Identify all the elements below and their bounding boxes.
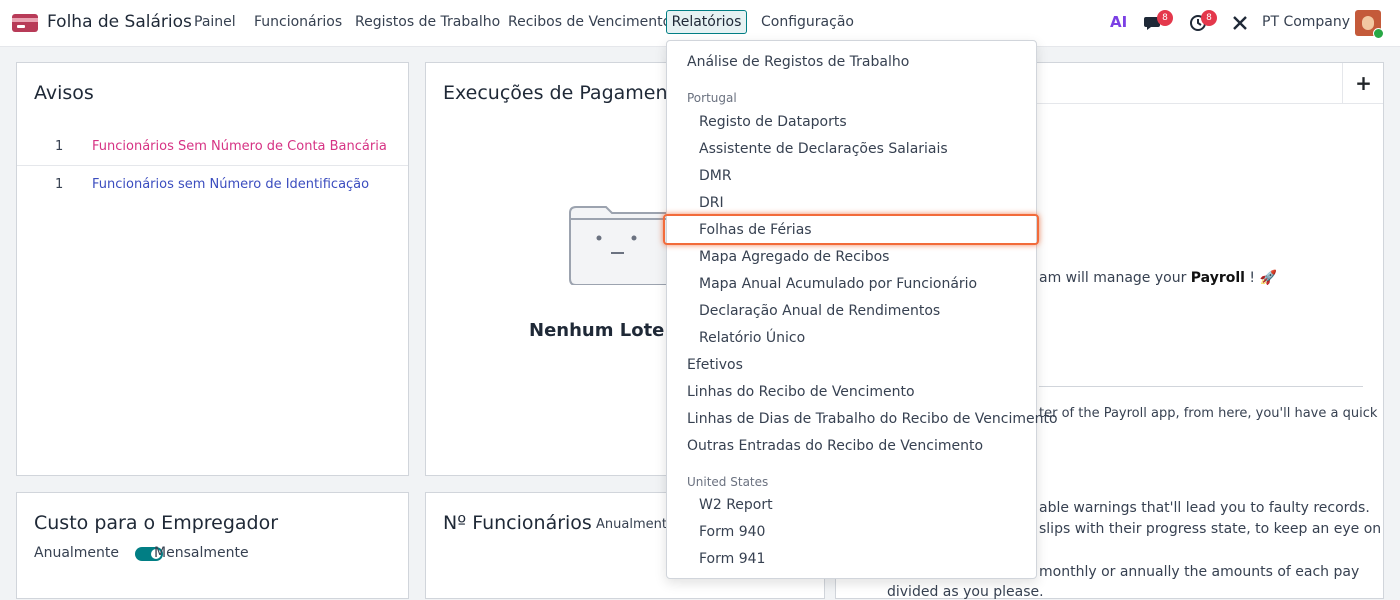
warnings-card: Avisos 1 Funcionários Sem Número de Cont… (16, 62, 409, 476)
welcome-line-2: ter of the Payroll app, from here, you'l… (1039, 406, 1378, 421)
nav-registos-trabalho[interactable]: Registos de Trabalho (355, 14, 500, 30)
payroll-app-icon[interactable] (12, 14, 38, 32)
warning-row[interactable]: 1 Funcionários sem Número de Identificaç… (17, 167, 408, 203)
warning-count: 1 (55, 177, 64, 192)
menu-item-form-940[interactable]: Form 940 (667, 520, 1036, 546)
menu-item-efetivos[interactable]: Efetivos (667, 353, 1036, 379)
nav-recibos-vencimento[interactable]: Recibos de Vencimento (508, 14, 671, 30)
activities-badge: 8 (1201, 10, 1217, 26)
welcome-line-5: monthly or annually the amounts of each … (1039, 564, 1360, 580)
highlight-folhas-ferias (663, 214, 1039, 245)
employer-cost-title: Custo para o Empregador (34, 512, 279, 534)
add-button[interactable]: + (1342, 63, 1384, 103)
menu-item-registo-dataports[interactable]: Registo de Dataports (667, 110, 1036, 136)
nav-painel[interactable]: Painel (194, 14, 236, 30)
menu-item-declaracao-anual[interactable]: Declaração Anual de Rendimentos (667, 299, 1036, 325)
ai-icon[interactable]: AI (1110, 13, 1127, 31)
warning-label[interactable]: Funcionários Sem Número de Conta Bancári… (92, 139, 387, 154)
reports-dropdown-menu: Análise de Registos de Trabalho Portugal… (666, 40, 1058, 579)
welcome-divider (1039, 386, 1363, 387)
headcount-annual-label[interactable]: Anualmente (596, 517, 675, 532)
welcome-line-3: able warnings that'll lead you to faulty… (1039, 500, 1370, 516)
warning-count: 1 (55, 139, 64, 154)
payruns-empty-text: Nenhum Lote A (529, 320, 685, 341)
nav-funcionarios[interactable]: Funcionários (254, 14, 342, 30)
menu-item-mapa-agregado[interactable]: Mapa Agregado de Recibos (667, 245, 1036, 271)
app-title[interactable]: Folha de Salários (47, 12, 192, 32)
menu-item-linhas-recibo[interactable]: Linhas do Recibo de Vencimento (667, 380, 1036, 406)
headcount-title: Nº Funcionários (443, 512, 592, 534)
messages-badge: 8 (1157, 10, 1173, 26)
welcome-line-6: divided as you please. (887, 584, 1044, 600)
menu-item-linhas-dias-trabalho[interactable]: Linhas de Dias de Trabalho do Recibo de … (667, 407, 1058, 433)
employer-cost-card: Custo para o Empregador Anualmente Mensa… (16, 492, 409, 599)
menu-item-assistente-declaracoes[interactable]: Assistente de Declarações Salariais (667, 137, 1036, 163)
menu-item-relatorio-unico[interactable]: Relatório Único (667, 326, 1036, 352)
welcome-line-1: am will manage your Payroll ! 🚀 (1039, 270, 1277, 286)
warning-label[interactable]: Funcionários sem Número de Identificação (92, 177, 369, 192)
company-switcher[interactable]: PT Company (1262, 14, 1350, 30)
nav-relatorios[interactable]: Relatórios (666, 10, 747, 34)
menu-item-form-941[interactable]: Form 941 (667, 547, 1036, 573)
menu-section-united-states: United States (687, 475, 769, 489)
nav-configuracao[interactable]: Configuração (761, 14, 854, 30)
menu-item-dmr[interactable]: DMR (667, 164, 1036, 190)
menu-section-portugal: Portugal (687, 91, 737, 105)
menu-item-mapa-anual[interactable]: Mapa Anual Acumulado por Funcionário (667, 272, 1036, 298)
annual-toggle-label[interactable]: Anualmente (34, 545, 119, 561)
warning-row[interactable]: 1 Funcionários Sem Número de Conta Bancá… (17, 129, 408, 166)
welcome-line-4: slips with their progress state, to keep… (1039, 521, 1382, 537)
menu-item-analise-registos[interactable]: Análise de Registos de Trabalho (667, 50, 1036, 76)
tools-icon[interactable] (1232, 15, 1248, 31)
online-status-dot (1373, 28, 1384, 39)
payruns-title: Execuções de Pagamen (443, 82, 668, 104)
warnings-title: Avisos (34, 82, 94, 104)
menu-item-outras-entradas[interactable]: Outras Entradas do Recibo de Vencimento (667, 434, 1036, 460)
monthly-toggle-label[interactable]: Mensalmente (154, 545, 249, 561)
menu-item-w2-report[interactable]: W2 Report (667, 493, 1036, 519)
